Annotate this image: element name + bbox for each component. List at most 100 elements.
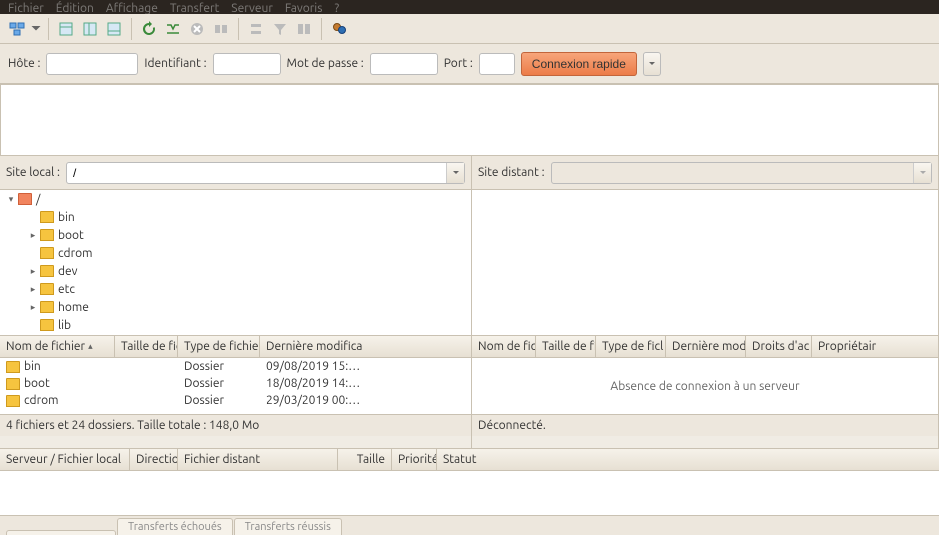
col-size[interactable]: Taille de fi [536,336,596,357]
menu-server[interactable]: Serveur [231,2,273,12]
local-list-header[interactable]: Nom de fichier▴ Taille de fic Type de fi… [0,336,471,358]
host-input[interactable] [46,53,138,75]
tree-expander-icon[interactable]: ▸ [26,266,40,277]
toggle-log-icon[interactable] [55,18,77,40]
col-type[interactable]: Type de fichier [178,336,260,357]
transfer-queue: Serveur / Fichier local Directio Fichier… [0,448,939,535]
menu-bookmarks[interactable]: Favoris [285,2,323,12]
menu-transfer[interactable]: Transfert [170,2,219,12]
sitemanager-icon[interactable] [6,18,28,40]
tab-success[interactable]: Transferts réussis [234,518,342,535]
quick-connect-dropdown[interactable] [643,52,661,76]
local-tree[interactable]: ▾/ bin ▸ boot cdrom ▸ dev ▸ etc ▸ home lib [0,190,471,336]
tree-expander-icon[interactable]: ▸ [26,230,40,241]
host-label: Hôte : [8,57,40,70]
remote-tree[interactable] [472,190,938,336]
folder-icon [40,229,54,241]
tree-item[interactable]: ▾/ [0,190,471,208]
col-type[interactable]: Type de ficl [596,336,666,357]
local-site-label: Site local : [6,166,60,179]
menu-file[interactable]: Fichier [8,2,44,12]
compare-icon[interactable] [293,18,315,40]
tree-item[interactable]: ▸ boot [0,226,471,244]
port-input[interactable] [479,53,515,75]
tab-queued[interactable] [6,530,116,535]
tree-item-label: cdrom [58,247,92,260]
menu-edit[interactable]: Édition [56,2,94,12]
process-queue-icon[interactable] [162,18,184,40]
list-item[interactable]: bootDossier18/08/2019 14:… [0,375,471,392]
quick-connect-bar: Hôte : Identifiant : Mot de passe : Port… [0,44,939,84]
tab-failed[interactable]: Transferts échoués [117,518,233,535]
refresh-icon[interactable] [138,18,160,40]
message-log[interactable] [0,84,939,156]
file-type: Dossier [178,377,260,390]
remote-empty-message: Absence de connexion à un serveur [610,380,799,393]
local-site-input[interactable] [67,166,446,180]
remote-pane: Site distant : Nom de fic Taille de fi T… [472,156,939,448]
user-label: Identifiant : [144,57,206,70]
tree-item-label: bin [58,211,75,224]
tree-item[interactable]: cdrom [0,244,471,262]
list-item[interactable]: binDossier09/08/2019 15:… [0,358,471,375]
local-pane: Site local : ▾/ bin ▸ boot cdrom ▸ dev ▸ etc ▸ hom… [0,156,472,448]
menu-view[interactable]: Affichage [106,2,158,12]
file-type: Dossier [178,360,260,373]
search-icon[interactable] [328,18,350,40]
chevron-down-icon[interactable] [446,163,464,183]
tree-expander-icon[interactable]: ▾ [4,194,18,205]
tree-expander-icon[interactable]: ▸ [26,284,40,295]
col-direction[interactable]: Directio [130,449,178,470]
tree-item-label: dev [58,265,78,278]
remote-site-label: Site distant : [478,166,545,179]
col-name[interactable]: Nom de fic [472,336,536,357]
cancel-icon[interactable] [186,18,208,40]
folder-icon [6,378,20,390]
chevron-down-icon [913,163,931,183]
tree-item-label: etc [58,283,75,296]
col-perms[interactable]: Droits d'ac [746,336,812,357]
tree-item[interactable]: ▸ etc [0,280,471,298]
tree-item-label: boot [58,229,84,242]
list-item[interactable]: cdromDossier29/03/2019 00:… [0,392,471,409]
col-priority[interactable]: Priorité [392,449,437,470]
col-server[interactable]: Serveur / Fichier local [0,449,130,470]
sitemanager-dropdown[interactable] [30,18,42,40]
local-site-combo[interactable] [66,162,465,184]
tree-expander-icon[interactable]: ▸ [26,302,40,313]
toggle-queue-icon[interactable] [103,18,125,40]
toggle-tree-icon[interactable] [79,18,101,40]
col-remotefile[interactable]: Fichier distant [178,449,338,470]
disconnect-icon[interactable] [210,18,232,40]
col-name[interactable]: Nom de fichier▴ [0,336,115,357]
remote-file-list[interactable]: Absence de connexion à un serveur [472,358,938,414]
user-input[interactable] [213,53,281,75]
tree-item-label: home [58,301,89,314]
col-size[interactable]: Taille de fic [115,336,178,357]
sort-asc-icon: ▴ [88,341,93,352]
tree-item[interactable]: ▸ home [0,298,471,316]
tree-item[interactable]: bin [0,208,471,226]
local-file-list[interactable]: binDossier09/08/2019 15:…bootDossier18/0… [0,358,471,414]
remote-list-header[interactable]: Nom de fic Taille de fi Type de ficl Der… [472,336,938,358]
reconnect-icon[interactable] [245,18,267,40]
file-modified: 18/08/2019 14:… [260,377,370,390]
folder-icon [40,283,54,295]
col-status[interactable]: Statut [437,449,939,470]
pass-label: Mot de passe : [287,57,364,70]
col-size[interactable]: Taille [338,449,392,470]
queue-list[interactable] [0,471,939,515]
menu-help[interactable]: ? [334,2,339,12]
col-modified[interactable]: Dernière modifica [260,336,370,357]
tree-item[interactable]: lib [0,316,471,334]
col-owner[interactable]: Propriétair [812,336,938,357]
menubar: Fichier Édition Affichage Transfert Serv… [0,0,939,14]
tree-item[interactable]: ▸ dev [0,262,471,280]
col-modified[interactable]: Dernière modi [666,336,746,357]
folder-icon [6,361,20,373]
folder-icon [40,247,54,259]
quick-connect-button[interactable]: Connexion rapide [521,52,637,76]
pass-input[interactable] [370,53,438,75]
filter-icon[interactable] [269,18,291,40]
queue-header[interactable]: Serveur / Fichier local Directio Fichier… [0,449,939,471]
